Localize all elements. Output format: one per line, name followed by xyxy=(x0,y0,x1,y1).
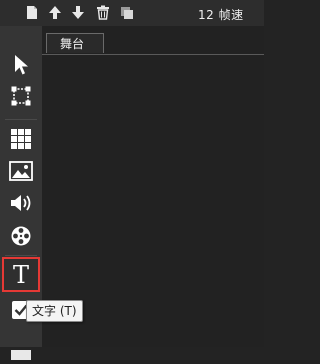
image-tool[interactable] xyxy=(5,156,37,186)
move-up-icon[interactable] xyxy=(48,5,62,20)
video-tool[interactable] xyxy=(5,221,37,251)
top-toolbar: 12 帧速 xyxy=(0,0,264,27)
bounding-box-icon xyxy=(11,86,31,106)
transform-tool[interactable] xyxy=(5,81,37,111)
new-document-icon[interactable] xyxy=(25,5,39,20)
stage-panel: 舞台 xyxy=(42,26,264,347)
text-icon: T xyxy=(12,260,29,289)
speaker-icon xyxy=(11,195,31,211)
audio-tool[interactable] xyxy=(5,188,37,218)
select-tool[interactable] xyxy=(5,50,37,80)
arrow-cursor-icon xyxy=(15,55,28,75)
tab-stage[interactable]: 舞台 xyxy=(46,33,104,53)
text-tool[interactable]: T xyxy=(2,257,40,292)
text-tool-tooltip: 文字 (T) xyxy=(26,300,83,322)
rect-tool[interactable] xyxy=(5,334,37,364)
film-reel-icon xyxy=(11,226,31,246)
stage-tabstrip: 舞台 xyxy=(42,26,264,55)
toolbar-divider xyxy=(5,255,37,256)
duplicate-icon[interactable] xyxy=(120,5,134,20)
grid-icon xyxy=(11,129,31,149)
tool-palette: T xyxy=(0,26,43,360)
move-down-icon[interactable] xyxy=(71,5,85,20)
fps-label[interactable]: 12 帧速 xyxy=(198,6,244,23)
image-icon xyxy=(9,161,33,181)
toolbar-divider xyxy=(5,119,37,120)
grid-tool[interactable] xyxy=(5,124,37,154)
rectangle-icon xyxy=(11,350,31,360)
trash-icon[interactable] xyxy=(96,5,110,20)
